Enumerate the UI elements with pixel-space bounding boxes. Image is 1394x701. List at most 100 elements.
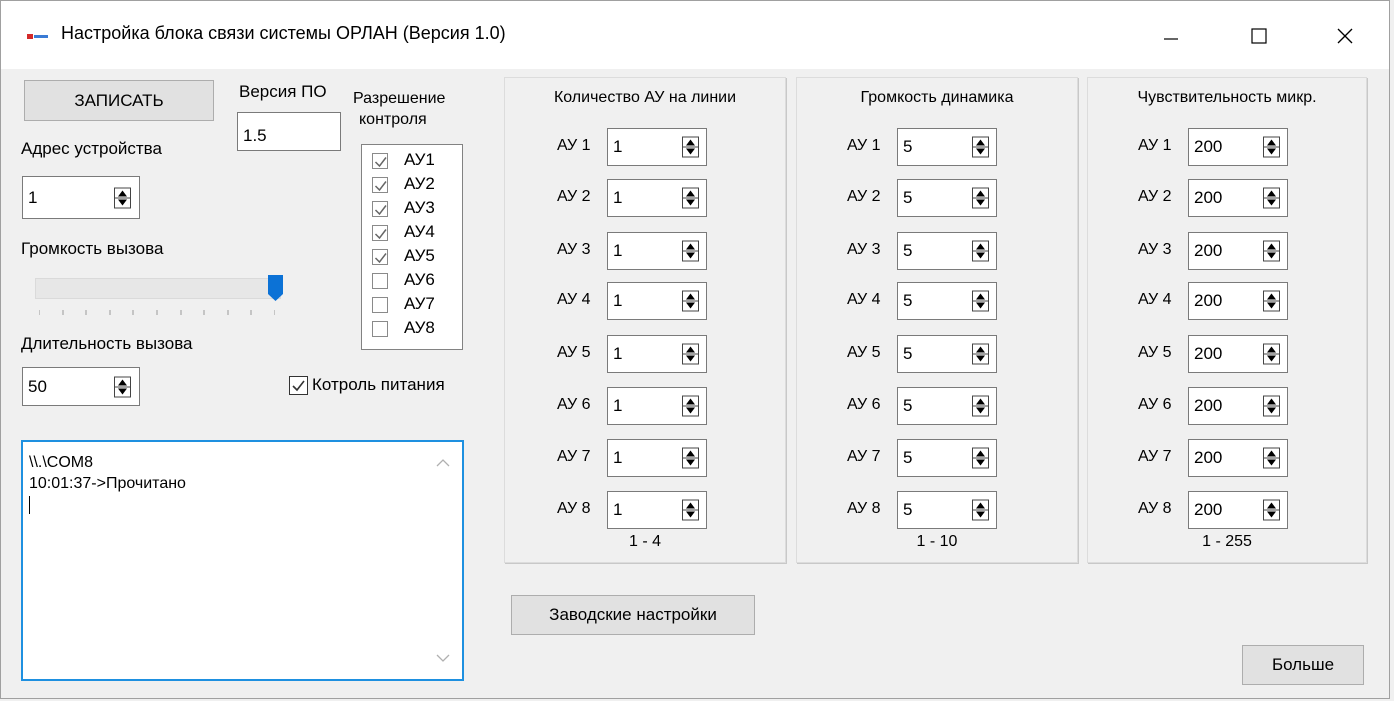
spin-up-icon[interactable] [975, 346, 986, 354]
spin-up-icon[interactable] [1266, 346, 1277, 354]
au-value-field[interactable]: 1 [607, 439, 707, 477]
spin-up-icon[interactable] [975, 398, 986, 406]
au-value-field[interactable]: 200 [1188, 335, 1288, 373]
spin-up-icon[interactable] [1266, 398, 1277, 406]
control-checkbox[interactable] [372, 273, 388, 289]
au-spinner[interactable] [1263, 136, 1280, 158]
spin-down-icon[interactable] [685, 302, 696, 310]
spin-down-icon[interactable] [1266, 511, 1277, 519]
call-volume-slider[interactable] [35, 278, 281, 299]
spin-down-icon[interactable] [117, 387, 128, 395]
spin-up-icon[interactable] [685, 243, 696, 251]
spin-up-icon[interactable] [117, 378, 128, 386]
control-checklist[interactable]: АУ1 АУ2 АУ3 АУ4 АУ5 АУ6 АУ7 АУ8 [361, 144, 463, 350]
spin-down-icon[interactable] [1266, 407, 1277, 415]
spin-down-icon[interactable] [1266, 199, 1277, 207]
spin-down-icon[interactable] [975, 511, 986, 519]
spin-down-icon[interactable] [685, 148, 696, 156]
spin-up-icon[interactable] [975, 139, 986, 147]
au-value-field[interactable]: 1 [607, 128, 707, 166]
au-value-field[interactable]: 200 [1188, 387, 1288, 425]
address-spinner[interactable] [114, 187, 131, 208]
au-value-field[interactable]: 5 [897, 128, 997, 166]
spin-up-icon[interactable] [1266, 243, 1277, 251]
version-field[interactable]: 1.5 [237, 112, 341, 151]
scroll-down-icon[interactable] [436, 653, 450, 663]
au-value-field[interactable]: 200 [1188, 439, 1288, 477]
au-value-field[interactable]: 5 [897, 232, 997, 270]
au-spinner[interactable] [972, 290, 989, 312]
spin-up-icon[interactable] [1266, 139, 1277, 147]
spin-down-icon[interactable] [1266, 302, 1277, 310]
au-value-field[interactable]: 1 [607, 232, 707, 270]
spin-up-icon[interactable] [1266, 502, 1277, 510]
au-spinner[interactable] [682, 240, 699, 262]
au-value-field[interactable]: 5 [897, 387, 997, 425]
call-duration-spinner[interactable] [114, 376, 131, 397]
spin-down-icon[interactable] [685, 355, 696, 363]
spin-down-icon[interactable] [1266, 148, 1277, 156]
control-checkbox[interactable] [372, 249, 388, 265]
spin-down-icon[interactable] [975, 148, 986, 156]
control-checkbox[interactable] [372, 321, 388, 337]
spin-up-icon[interactable] [685, 190, 696, 198]
au-value-field[interactable]: 200 [1188, 282, 1288, 320]
au-spinner[interactable] [1263, 240, 1280, 262]
spin-down-icon[interactable] [685, 459, 696, 467]
au-spinner[interactable] [972, 447, 989, 469]
au-value-field[interactable]: 1 [607, 282, 707, 320]
factory-settings-button[interactable]: Заводские настройки [511, 595, 755, 635]
spin-up-icon[interactable] [685, 502, 696, 510]
spin-down-icon[interactable] [685, 511, 696, 519]
spin-up-icon[interactable] [1266, 293, 1277, 301]
spin-up-icon[interactable] [975, 450, 986, 458]
log-textarea[interactable]: \\.\COM8 10:01:37->Прочитано [21, 440, 464, 681]
spin-up-icon[interactable] [975, 502, 986, 510]
au-spinner[interactable] [682, 447, 699, 469]
minimize-button[interactable] [1141, 13, 1201, 59]
spin-up-icon[interactable] [1266, 190, 1277, 198]
au-value-field[interactable]: 5 [897, 491, 997, 529]
spin-down-icon[interactable] [1266, 459, 1277, 467]
spin-down-icon[interactable] [975, 302, 986, 310]
au-spinner[interactable] [682, 187, 699, 209]
control-checkbox[interactable] [372, 177, 388, 193]
spin-up-icon[interactable] [975, 243, 986, 251]
spin-down-icon[interactable] [975, 199, 986, 207]
spin-up-icon[interactable] [685, 450, 696, 458]
au-value-field[interactable]: 200 [1188, 491, 1288, 529]
control-checkbox[interactable] [372, 201, 388, 217]
maximize-button[interactable] [1229, 13, 1289, 59]
au-spinner[interactable] [1263, 187, 1280, 209]
au-spinner[interactable] [972, 240, 989, 262]
spin-up-icon[interactable] [1266, 450, 1277, 458]
spin-down-icon[interactable] [1266, 252, 1277, 260]
write-button[interactable]: ЗАПИСАТЬ [24, 80, 214, 121]
control-checkbox[interactable] [372, 153, 388, 169]
au-spinner[interactable] [1263, 290, 1280, 312]
au-value-field[interactable]: 1 [607, 335, 707, 373]
spin-down-icon[interactable] [1266, 355, 1277, 363]
au-value-field[interactable]: 5 [897, 282, 997, 320]
call-duration-field[interactable]: 50 [22, 367, 140, 406]
spin-up-icon[interactable] [685, 139, 696, 147]
au-value-field[interactable]: 200 [1188, 179, 1288, 217]
spin-down-icon[interactable] [975, 459, 986, 467]
spin-up-icon[interactable] [975, 293, 986, 301]
au-spinner[interactable] [682, 290, 699, 312]
au-spinner[interactable] [1263, 447, 1280, 469]
spin-down-icon[interactable] [685, 199, 696, 207]
au-spinner[interactable] [1263, 343, 1280, 365]
spin-up-icon[interactable] [685, 293, 696, 301]
spin-up-icon[interactable] [975, 190, 986, 198]
spin-down-icon[interactable] [685, 252, 696, 260]
au-value-field[interactable]: 1 [607, 387, 707, 425]
au-spinner[interactable] [972, 187, 989, 209]
au-value-field[interactable]: 200 [1188, 232, 1288, 270]
au-value-field[interactable]: 5 [897, 179, 997, 217]
au-value-field[interactable]: 5 [897, 439, 997, 477]
control-checkbox[interactable] [372, 225, 388, 241]
au-spinner[interactable] [972, 395, 989, 417]
au-spinner[interactable] [682, 395, 699, 417]
au-spinner[interactable] [1263, 395, 1280, 417]
